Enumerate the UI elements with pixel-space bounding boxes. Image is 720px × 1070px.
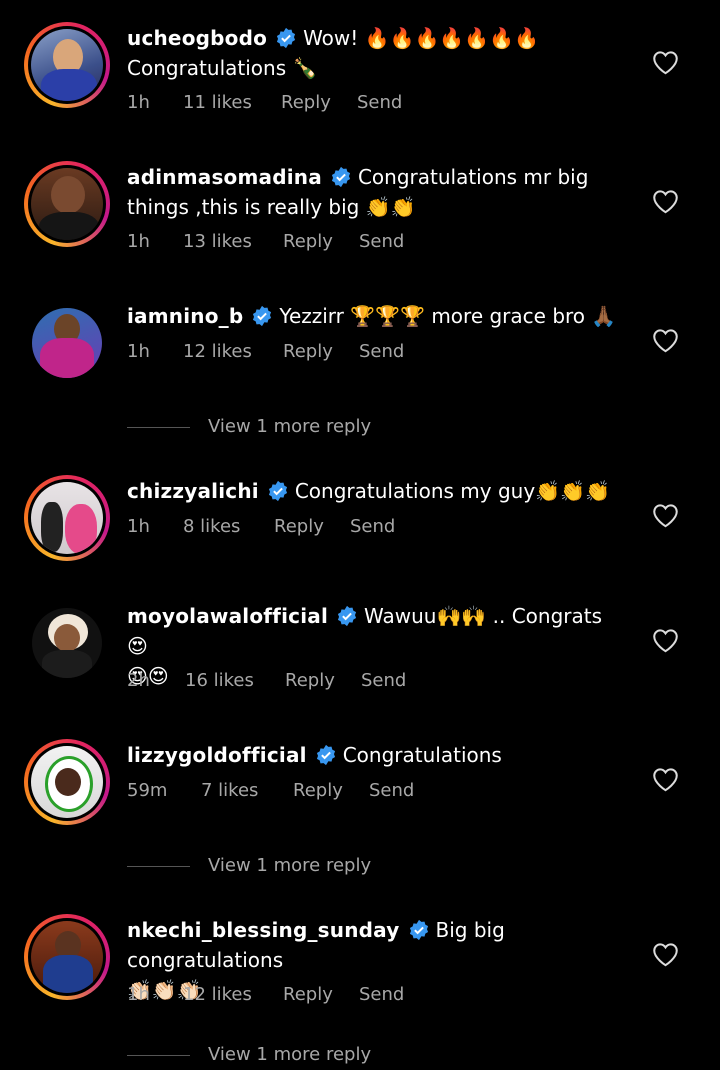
comment-text: Wow! 🔥🔥🔥🔥🔥🔥🔥 [303, 26, 539, 50]
verified-badge-icon [409, 919, 428, 941]
comment-time: 1h [127, 516, 150, 537]
view-more-label[interactable]: View 1 more reply [208, 416, 371, 437]
likes-count[interactable]: 13 likes [183, 231, 283, 252]
view-more-replies[interactable]: View 1 more reply [127, 416, 371, 437]
divider-line [127, 865, 190, 867]
verified-badge-icon [331, 166, 351, 188]
username[interactable]: chizzyalichi [127, 479, 259, 503]
reply-button[interactable]: Reply [283, 231, 359, 252]
verified-badge-icon [316, 744, 335, 766]
avatar[interactable] [24, 475, 110, 561]
likes-count[interactable]: 7 likes [201, 780, 293, 801]
comment-text-cont: things ,this is really big 👏👏 [127, 195, 416, 219]
view-more-replies[interactable]: View 1 more reply [127, 855, 371, 876]
reply-button[interactable]: Reply [281, 92, 357, 113]
reply-button[interactable]: Reply [283, 984, 359, 1005]
like-heart-icon[interactable] [652, 328, 679, 353]
send-button[interactable]: Send [359, 984, 404, 1005]
send-button[interactable]: Send [357, 92, 402, 113]
comment-time: 59m [127, 780, 168, 801]
avatar[interactable] [24, 600, 110, 686]
verified-badge-icon [268, 480, 287, 502]
send-button[interactable]: Send [350, 516, 395, 537]
verified-badge-icon [337, 605, 357, 627]
like-heart-icon[interactable] [652, 767, 679, 792]
comment-text: Yezzirr 🏆🏆🏆 more grace bro 🙏🏾 [279, 304, 617, 328]
comment-text: Congratulations [342, 743, 502, 767]
reply-button[interactable]: Reply [274, 516, 350, 537]
reply-button[interactable]: Reply [285, 670, 361, 691]
avatar[interactable] [24, 161, 110, 247]
view-more-label[interactable]: View 1 more reply [208, 1044, 371, 1065]
username[interactable]: adinmasomadina [127, 165, 322, 189]
like-heart-icon[interactable] [652, 942, 679, 967]
username[interactable]: iamnino_b [127, 304, 243, 328]
divider-line [127, 1054, 190, 1056]
like-heart-icon[interactable] [652, 628, 679, 653]
likes-count[interactable]: 16 likes [185, 670, 285, 691]
send-button[interactable]: Send [359, 341, 404, 362]
send-button[interactable]: Send [359, 231, 404, 252]
divider-line [127, 426, 190, 428]
likes-count[interactable]: 12 likes [183, 341, 283, 362]
comment-time: 1h [127, 341, 150, 362]
send-button[interactable]: Send [361, 670, 406, 691]
send-button[interactable]: Send [369, 780, 414, 801]
view-more-replies[interactable]: View 1 more reply [127, 1044, 371, 1065]
view-more-label[interactable]: View 1 more reply [208, 855, 371, 876]
like-heart-icon[interactable] [652, 189, 679, 214]
like-heart-icon[interactable] [652, 503, 679, 528]
likes-count[interactable]: 11 likes [183, 92, 281, 113]
verified-badge-icon [277, 27, 296, 49]
avatar[interactable] [24, 914, 110, 1000]
username[interactable]: moyolawalofficial [127, 604, 328, 628]
reply-button[interactable]: Reply [283, 341, 359, 362]
likes-count[interactable]: 12 likes [183, 984, 283, 1005]
username[interactable]: lizzygoldofficial [127, 743, 307, 767]
comment-time: 1h [127, 92, 150, 113]
avatar[interactable] [24, 739, 110, 825]
username[interactable]: nkechi_blessing_sunday [127, 918, 400, 942]
comment-text: Congratulations my guy👏👏👏 [294, 479, 610, 503]
comment-text: Congratulations mr big [357, 165, 589, 189]
reply-button[interactable]: Reply [293, 780, 369, 801]
avatar[interactable] [24, 300, 110, 386]
avatar[interactable] [24, 22, 110, 108]
comment-time: 1h [127, 231, 150, 252]
likes-count[interactable]: 8 likes [183, 516, 274, 537]
comment-text-cont: Congratulations 🍾 [127, 56, 318, 80]
like-heart-icon[interactable] [652, 50, 679, 75]
verified-badge-icon [253, 305, 272, 327]
comment-time: 1h [127, 984, 150, 1005]
username[interactable]: ucheogbodo [127, 26, 267, 50]
comment-time: 2h [127, 670, 150, 691]
